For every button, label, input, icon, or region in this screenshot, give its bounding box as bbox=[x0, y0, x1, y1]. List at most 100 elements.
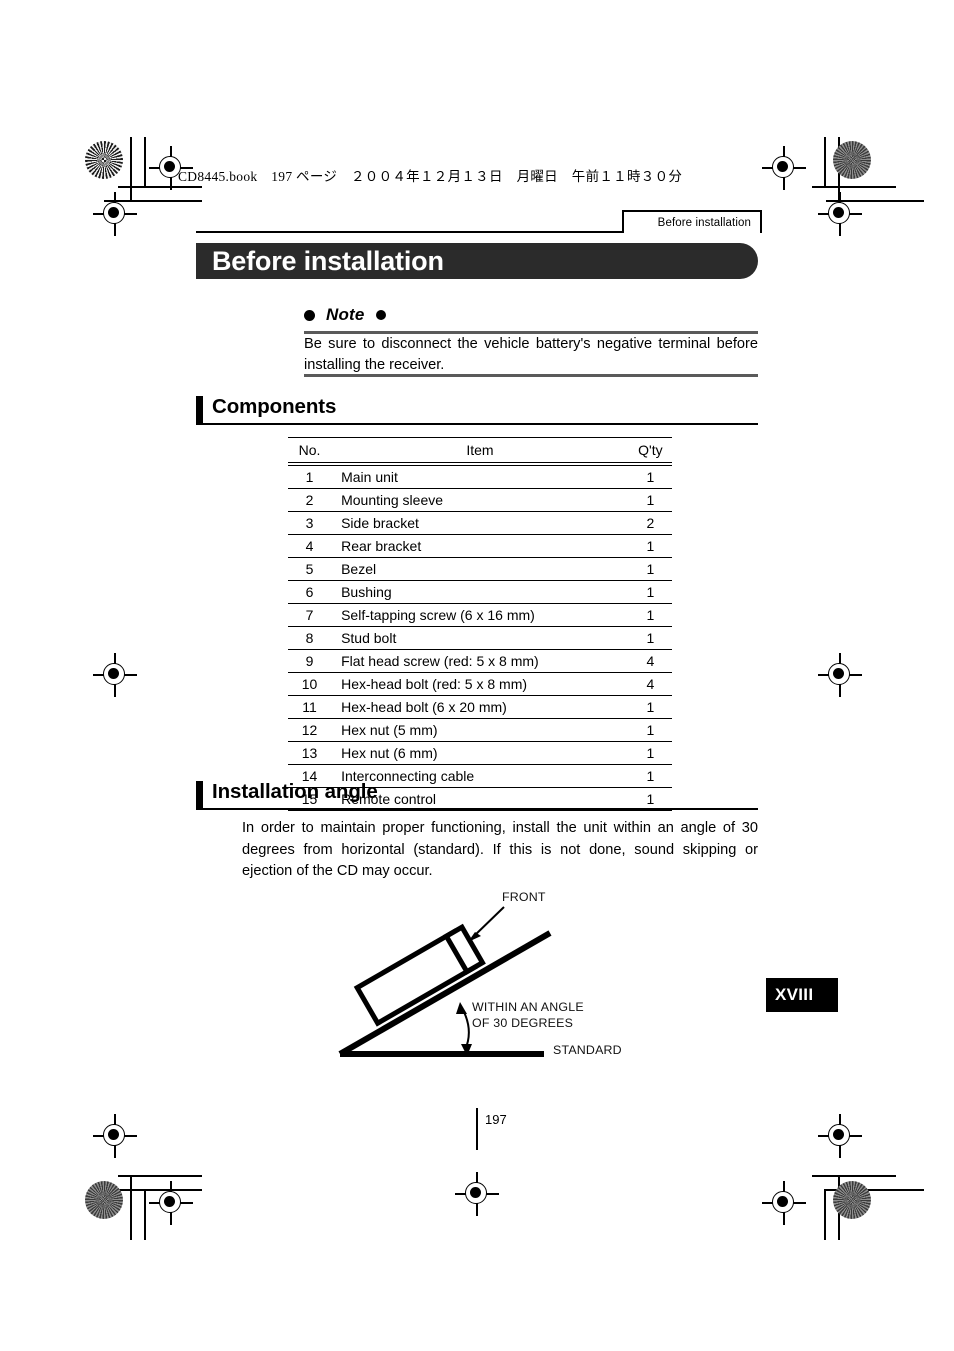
component-item: Bushing bbox=[331, 580, 629, 604]
component-number: 12 bbox=[288, 718, 332, 742]
components-table: No. Item Q'ty 1 Main unit 1 2 Mounting sleev… bbox=[288, 437, 672, 811]
thumb-index-tab: XVIII bbox=[766, 978, 838, 1012]
component-qty: 1 bbox=[628, 603, 672, 627]
component-qty: 1 bbox=[628, 580, 672, 604]
components-heading-underline bbox=[196, 423, 758, 425]
running-head-label: Before installation bbox=[657, 216, 751, 229]
front-leader-line bbox=[472, 906, 505, 938]
component-item: Hex nut (5 mm) bbox=[331, 718, 629, 742]
components-table-head: No. Item Q'ty bbox=[288, 437, 672, 466]
component-number: 4 bbox=[288, 534, 332, 558]
registration-target-bottom-center bbox=[455, 1172, 499, 1216]
crop-mark-top-right-v1 bbox=[824, 137, 826, 188]
registration-rosette-top-right bbox=[833, 141, 871, 179]
registration-target-mid-left bbox=[93, 653, 137, 697]
component-number: 7 bbox=[288, 603, 332, 627]
table-row: 8 Stud bolt 1 bbox=[288, 626, 672, 650]
component-qty: 1 bbox=[628, 465, 672, 489]
table-row: 6 Bushing 1 bbox=[288, 580, 672, 604]
table-row: 1 Main unit 1 bbox=[288, 465, 672, 489]
table-row: 5 Bezel 1 bbox=[288, 557, 672, 581]
thumb-index-label: XVIII bbox=[775, 985, 814, 1004]
component-number: 9 bbox=[288, 649, 332, 673]
crop-mark-bottom-left-h2 bbox=[104, 1189, 202, 1191]
installation-angle-heading-bar bbox=[196, 781, 203, 808]
component-item: Side bracket bbox=[331, 511, 629, 535]
crop-mark-top-left-h2 bbox=[104, 200, 202, 202]
table-row: 12 Hex nut (5 mm) 1 bbox=[288, 718, 672, 742]
component-number: 5 bbox=[288, 557, 332, 581]
note-rule-bottom bbox=[304, 374, 758, 377]
crop-mark-top-right-h2 bbox=[826, 200, 924, 202]
table-row: 4 Rear bracket 1 bbox=[288, 534, 672, 558]
registration-target-mid-right bbox=[818, 653, 862, 697]
note-bullet-left-icon bbox=[304, 309, 315, 321]
running-head-rule bbox=[196, 231, 624, 233]
component-item: Mounting sleeve bbox=[331, 488, 629, 512]
component-item: Main unit bbox=[331, 465, 629, 489]
registration-rosette-bottom-right bbox=[833, 1181, 871, 1219]
table-row: 13 Hex nut (6 mm) 1 bbox=[288, 741, 672, 765]
installation-angle-heading-label: Installation angle bbox=[212, 780, 378, 803]
front-label: FRONT bbox=[502, 890, 546, 904]
component-item: Hex-head bolt (6 x 20 mm) bbox=[331, 695, 629, 719]
crop-mark-bottom-right-v1 bbox=[824, 1189, 826, 1240]
document-page: CD8445.book 197 ページ ２００４年１２月１３日 月曜日 午前１１… bbox=[0, 0, 954, 1351]
crop-mark-top-right-h1 bbox=[812, 186, 896, 188]
folio-bleed-guide bbox=[476, 1108, 478, 1150]
installation-angle-body-text: In order to maintain proper functioning,… bbox=[242, 820, 758, 879]
note-heading: Note bbox=[304, 305, 386, 325]
angle-label-line-1: WITHIN AN ANGLE bbox=[472, 1000, 584, 1014]
table-row: 10 Hex-head bolt (red: 5 x 8 mm) 4 bbox=[288, 672, 672, 696]
crop-mark-bottom-right-h2 bbox=[826, 1189, 924, 1191]
book-file-stamp: CD8445.book 197 ページ ２００４年１２月１３日 月曜日 午前１１… bbox=[178, 169, 683, 184]
component-number: 8 bbox=[288, 626, 332, 650]
component-qty: 4 bbox=[628, 649, 672, 673]
crop-mark-bottom-right-h1 bbox=[812, 1175, 896, 1177]
crop-mark-top-left-v1 bbox=[130, 137, 132, 202]
components-col-no: No. bbox=[288, 437, 332, 463]
components-section-heading: Components bbox=[196, 395, 758, 425]
component-number: 11 bbox=[288, 695, 332, 719]
crop-mark-top-left-v2 bbox=[144, 137, 146, 188]
components-col-qty: Q'ty bbox=[628, 437, 672, 463]
page-title: Before installation bbox=[212, 245, 444, 276]
running-head-box: Before installation bbox=[622, 210, 762, 233]
crop-mark-bottom-right-v2 bbox=[838, 1175, 840, 1240]
component-number: 10 bbox=[288, 672, 332, 696]
table-row: 11 Hex-head bolt (6 x 20 mm) 1 bbox=[288, 695, 672, 719]
angle-arc bbox=[461, 1007, 470, 1051]
component-number: 3 bbox=[288, 511, 332, 535]
table-row: 7 Self-tapping screw (6 x 16 mm) 1 bbox=[288, 603, 672, 627]
page-title-banner: Before installation bbox=[196, 243, 758, 279]
registration-target-bottom-right bbox=[762, 1181, 806, 1225]
crop-mark-bottom-left-v1 bbox=[130, 1175, 132, 1240]
page-folio: 197 bbox=[485, 1112, 507, 1127]
registration-target-bottom-left bbox=[149, 1181, 193, 1225]
registration-target-top-right bbox=[762, 146, 806, 190]
component-item: Self-tapping screw (6 x 16 mm) bbox=[331, 603, 629, 627]
registration-rosette-bottom-left bbox=[85, 1181, 123, 1219]
crop-mark-bottom-left-h1 bbox=[118, 1175, 202, 1177]
component-number: 1 bbox=[288, 465, 332, 489]
component-qty: 1 bbox=[628, 534, 672, 558]
components-col-item: Item bbox=[331, 437, 629, 463]
angle-label-line-2: OF 30 DEGREES bbox=[472, 1016, 574, 1030]
components-heading-bar bbox=[196, 396, 203, 423]
crop-mark-bottom-left-v2 bbox=[144, 1189, 146, 1240]
component-qty: 2 bbox=[628, 511, 672, 535]
component-qty: 1 bbox=[628, 741, 672, 765]
registration-target-lower-left bbox=[93, 1114, 137, 1158]
component-item: Bezel bbox=[331, 557, 629, 581]
component-qty: 1 bbox=[628, 557, 672, 581]
component-item: Hex nut (6 mm) bbox=[331, 741, 629, 765]
components-table-body: 1 Main unit 1 2 Mounting sleeve 1 3 Side bracke… bbox=[288, 465, 672, 811]
components-heading-label: Components bbox=[212, 395, 337, 418]
table-row: 9 Flat head screw (red: 5 x 8 mm) 4 bbox=[288, 649, 672, 673]
angle-arrow-head-top bbox=[456, 1002, 467, 1014]
component-item: Hex-head bolt (red: 5 x 8 mm) bbox=[331, 672, 629, 696]
note-body-text: Be sure to disconnect the vehicle batter… bbox=[304, 336, 758, 373]
registration-target-upper-left bbox=[93, 192, 137, 236]
registration-target-upper-right bbox=[818, 192, 862, 236]
note-bullet-right-icon bbox=[375, 310, 386, 320]
